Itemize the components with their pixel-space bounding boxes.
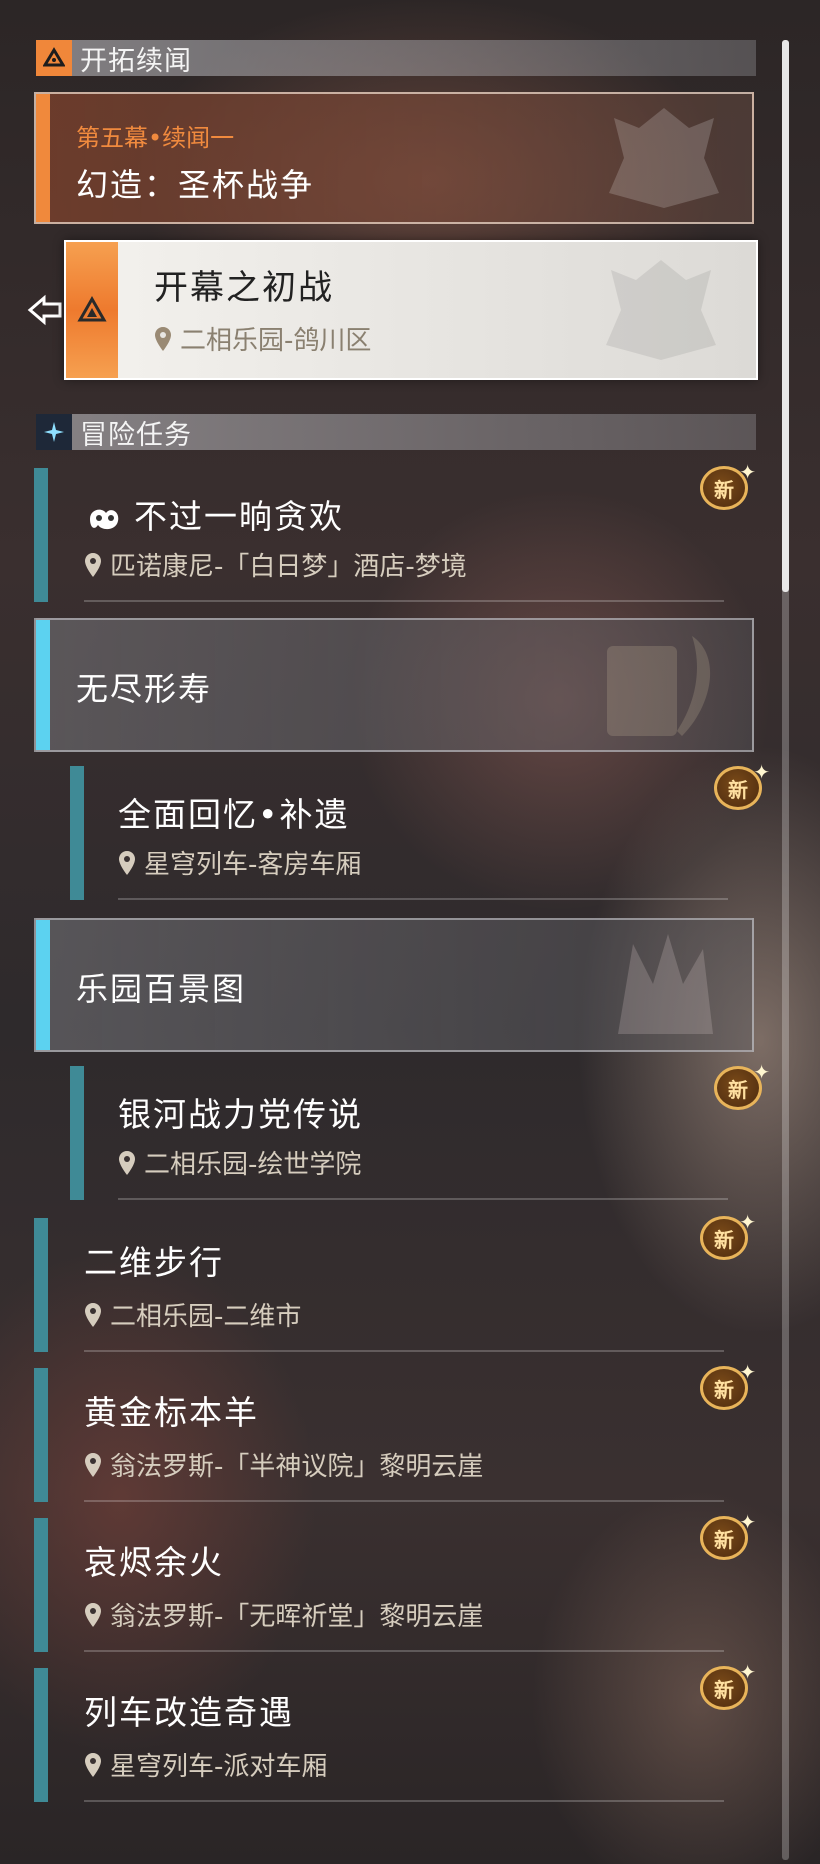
- item-accent-bar: [34, 468, 48, 602]
- paradise-emblem-icon: [618, 934, 713, 1034]
- group-title: 无尽形寿: [76, 670, 213, 708]
- adventure-item[interactable]: 全面回忆•补遗 星穹列车-客房车厢: [70, 766, 754, 900]
- item-divider: [118, 898, 728, 900]
- quest-title: 开幕之初战: [154, 268, 334, 308]
- quest-emblem-icon: [606, 260, 716, 360]
- item-title: 全面回忆•补遗: [118, 795, 350, 834]
- new-badge: 新 ✦: [696, 1510, 756, 1562]
- item-divider: [84, 1650, 724, 1652]
- location-pin-icon: [85, 1302, 101, 1327]
- adventure-item[interactable]: 二维步行 二相乐园-二维市: [34, 1218, 754, 1352]
- item-divider: [84, 600, 724, 602]
- item-divider: [118, 1198, 728, 1200]
- scrollbar-thumb[interactable]: [782, 40, 789, 592]
- quest-location: 二相乐园-鸽川区: [154, 320, 371, 357]
- new-badge: 新 ✦: [696, 1210, 756, 1262]
- item-title: 二维步行: [84, 1243, 224, 1282]
- item-location: 匹诺康尼-「白日梦」酒店-梦境: [84, 546, 467, 583]
- new-badge: 新 ✦: [710, 760, 770, 812]
- item-location: 星穹列车-派对车厢: [84, 1746, 327, 1783]
- story-section-header: 开拓续闻: [36, 40, 756, 77]
- new-badge: 新 ✦: [710, 1060, 770, 1112]
- selected-arrow-icon: [27, 294, 62, 326]
- group-accent-bar: [36, 620, 50, 750]
- location-pin-icon: [119, 850, 135, 875]
- item-title: 哀烬余火: [84, 1543, 224, 1582]
- item-divider: [84, 1800, 724, 1802]
- chapter-card[interactable]: 第五幕•续闻一 幻造：圣杯战争: [34, 92, 754, 224]
- adventure-icon: [36, 414, 72, 450]
- adventure-section-header: 冒险任务: [36, 414, 756, 451]
- item-accent-bar: [70, 1066, 84, 1200]
- location-pin-icon: [119, 1150, 135, 1175]
- adventure-item[interactable]: 银河战力党传说 二相乐园-绘世学院: [70, 1066, 754, 1200]
- chapter-emblem-icon: [609, 108, 719, 208]
- adventure-item[interactable]: 列车改造奇遇 星穹列车-派对车厢: [34, 1668, 754, 1802]
- chapter-title: 幻造：圣杯战争: [76, 166, 315, 204]
- scrollbar[interactable]: [782, 40, 789, 1860]
- quest-group-card[interactable]: 乐园百景图: [34, 918, 754, 1052]
- location-pin-icon: [155, 326, 171, 351]
- quest-location-text: 二相乐园-鸽川区: [180, 326, 372, 356]
- item-title: 不过一晌贪欢: [84, 490, 344, 538]
- trailblaze-icon: [36, 40, 72, 76]
- quest-group-card[interactable]: 无尽形寿: [34, 618, 754, 752]
- item-divider: [84, 1500, 724, 1502]
- group-title: 乐园百景图: [76, 970, 247, 1008]
- new-badge: 新 ✦: [696, 1660, 756, 1712]
- location-pin-icon: [85, 1752, 101, 1777]
- story-section-title: 开拓续闻: [80, 45, 192, 77]
- chapter-subtitle: 第五幕•续闻一: [76, 124, 235, 152]
- new-badge: 新 ✦: [696, 460, 756, 512]
- adventure-item[interactable]: 哀烬余火 翁法罗斯-「无晖祈堂」黎明云崖: [34, 1518, 754, 1652]
- location-pin-icon: [85, 1602, 101, 1627]
- adventure-item[interactable]: 黄金标本羊 翁法罗斯-「半神议院」黎明云崖: [34, 1368, 754, 1502]
- dream-mask-icon: [90, 509, 119, 529]
- item-accent-bar: [34, 1218, 48, 1352]
- item-accent-bar: [34, 1368, 48, 1502]
- item-title: 银河战力党传说: [118, 1095, 363, 1134]
- item-title: 黄金标本羊: [84, 1393, 259, 1432]
- item-accent-bar: [70, 766, 84, 900]
- group-accent-bar: [36, 920, 50, 1050]
- selected-quest-card[interactable]: 开幕之初战 二相乐园-鸽川区: [64, 240, 758, 380]
- chapter-accent: [36, 94, 50, 222]
- item-location: 翁法罗斯-「半神议院」黎明云崖: [84, 1446, 483, 1483]
- new-badge: 新 ✦: [696, 1360, 756, 1412]
- adventure-section-title: 冒险任务: [80, 419, 192, 451]
- item-location: 星穹列车-客房车厢: [118, 844, 361, 881]
- book-feather-icon: [607, 636, 711, 736]
- location-pin-icon: [85, 1452, 101, 1477]
- item-title: 列车改造奇遇: [84, 1693, 294, 1732]
- location-pin-icon: [85, 552, 101, 577]
- item-divider: [84, 1350, 724, 1352]
- item-location: 翁法罗斯-「无晖祈堂」黎明云崖: [84, 1596, 483, 1633]
- item-accent-bar: [34, 1668, 48, 1802]
- item-accent-bar: [34, 1518, 48, 1652]
- quest-type-icon: [66, 242, 118, 378]
- item-location: 二相乐园-二维市: [84, 1296, 301, 1333]
- item-location: 二相乐园-绘世学院: [118, 1144, 361, 1181]
- adventure-item[interactable]: 不过一晌贪欢 匹诺康尼-「白日梦」酒店-梦境: [34, 468, 754, 602]
